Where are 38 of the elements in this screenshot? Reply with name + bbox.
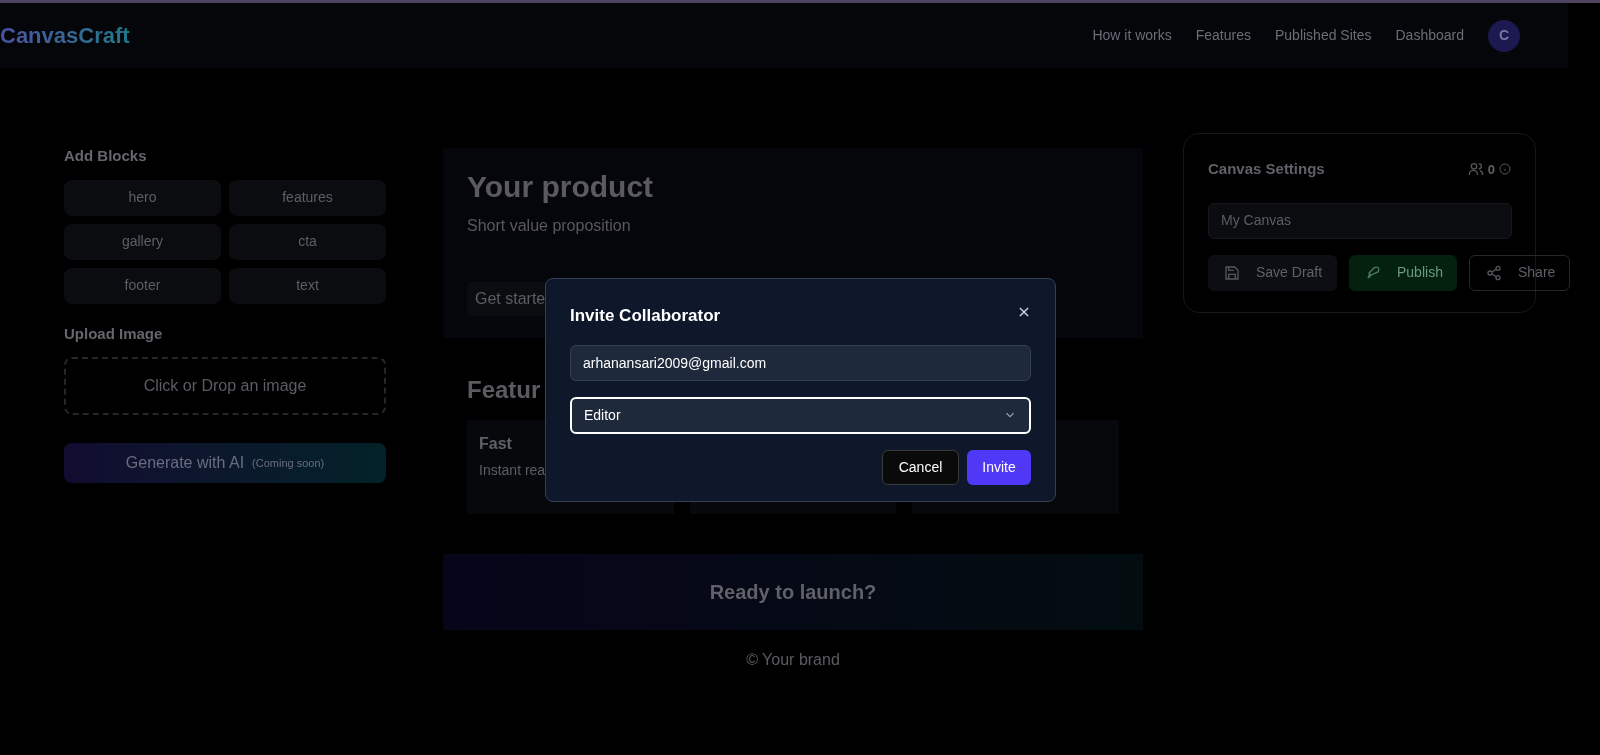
hero-subtitle: Short value proposition [467, 216, 632, 236]
block-button[interactable]: text [229, 267, 386, 304]
block-button[interactable]: hero [64, 179, 221, 216]
role-select[interactable]: Editor [570, 396, 1031, 434]
email-field[interactable]: arhanansari2009@gmail.com [570, 344, 1031, 381]
collaborator-count: 0 [1487, 160, 1495, 179]
section-title: Add Blocks [64, 146, 148, 166]
share-icon [1486, 264, 1502, 281]
footer-text: © Your brand [746, 650, 840, 670]
cancel-button[interactable]: Cancel [882, 449, 959, 485]
settings-title: Canvas Settings [1208, 159, 1325, 179]
users-icon [1467, 161, 1484, 178]
nav-link[interactable]: Dashboard [1395, 25, 1464, 46]
avatar[interactable]: C [1488, 19, 1520, 52]
publish-button[interactable]: Publish [1349, 254, 1457, 291]
features-heading: Featur [467, 375, 542, 405]
block-button[interactable]: footer [64, 267, 221, 304]
save-draft-button[interactable]: Save Draft [1208, 254, 1337, 291]
generate-button[interactable]: Generate with AI (Coming soon) [64, 443, 386, 483]
block-button[interactable]: cta [229, 223, 386, 260]
cta-title: Ready to launch? [709, 580, 877, 605]
close-icon[interactable] [1017, 304, 1031, 319]
block-button[interactable]: gallery [64, 223, 221, 260]
hero-title: Your product [467, 172, 655, 202]
nav-link[interactable]: How it works [1092, 25, 1172, 46]
feature-title: Fast [479, 434, 513, 454]
image-dropzone[interactable]: Click or Drop an image [64, 357, 386, 415]
nav-link[interactable]: Published Sites [1275, 25, 1372, 46]
dialog-title: Invite Collaborator [570, 305, 721, 327]
rocket-icon [1365, 264, 1381, 281]
nav-link[interactable]: Features [1195, 25, 1251, 46]
canvas-name-field[interactable]: My Canvas [1208, 202, 1512, 239]
invite-button[interactable]: Invite [967, 449, 1031, 485]
feature-text: Instant rea [479, 461, 547, 480]
share-button[interactable]: Share [1469, 254, 1570, 291]
section-title: Upload Image [64, 323, 164, 344]
save-icon [1224, 264, 1240, 281]
block-button[interactable]: features [229, 179, 386, 216]
